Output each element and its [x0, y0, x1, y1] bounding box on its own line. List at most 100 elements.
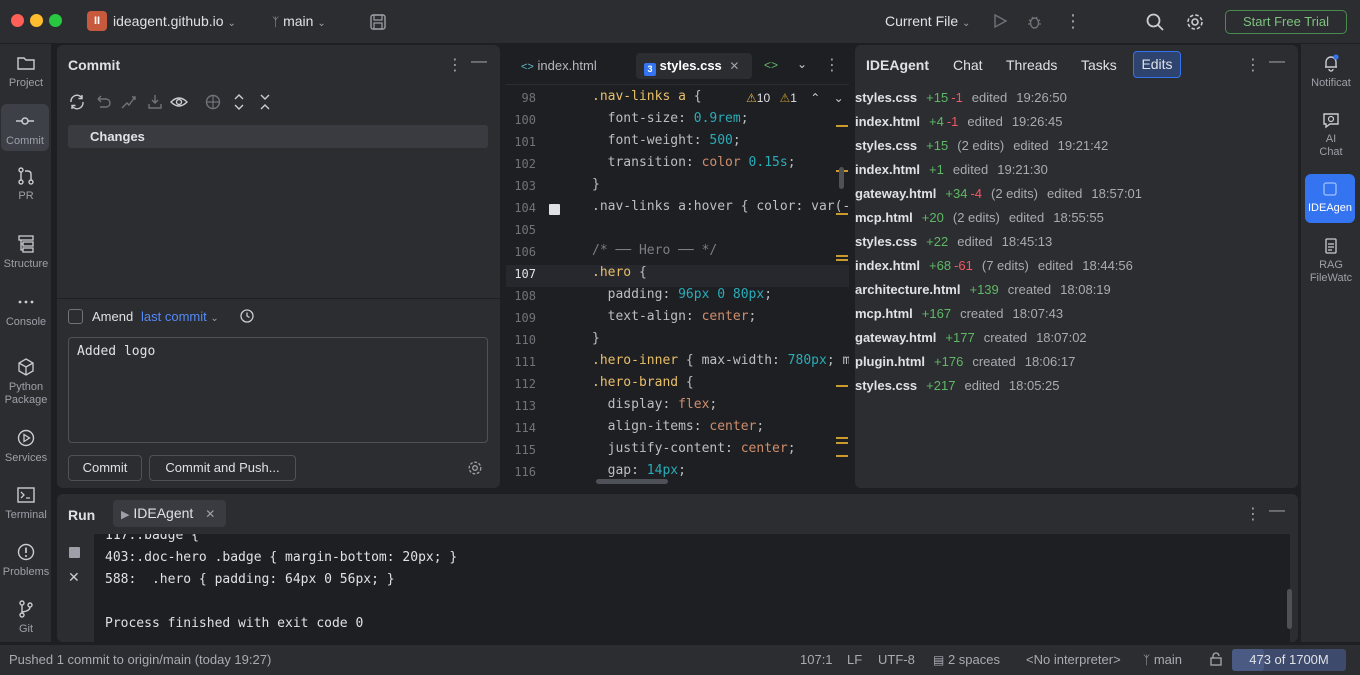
edit-row[interactable]: gateway.html +34 -4 (2 edits) edited 18:57:01 [855, 186, 1151, 210]
tool-commit[interactable]: Commit [1, 104, 49, 151]
line-number[interactable]: 111 [506, 355, 536, 369]
options-icon[interactable]: ⋮ [447, 55, 463, 75]
editor-options-icon[interactable]: ⋮ [824, 55, 840, 75]
line-number[interactable]: 110 [506, 333, 536, 347]
line-number[interactable]: 107 [506, 267, 536, 281]
more-actions-icon[interactable]: ⋮ [1064, 11, 1082, 32]
collapse-all-icon[interactable] [260, 94, 270, 110]
line-number[interactable]: 104 [506, 201, 536, 215]
line-number[interactable]: 116 [506, 465, 536, 479]
tool-rag-filewatcher[interactable]: RAG FileWatc [1301, 237, 1360, 285]
console-output[interactable]: 117:.badge {403:.doc-hero .badge { margi… [95, 534, 1290, 642]
tab-tasks[interactable]: Tasks [1081, 57, 1117, 73]
refresh-icon[interactable] [70, 94, 84, 110]
debug-icon[interactable] [1026, 13, 1043, 33]
options-icon[interactable]: ⋮ [1245, 504, 1261, 524]
tool-problems[interactable]: Problems [0, 542, 52, 579]
tool-terminal[interactable]: Terminal [0, 485, 52, 522]
close-icon[interactable]: ✕ [68, 569, 80, 586]
file-encoding[interactable]: UTF-8 [878, 652, 915, 667]
indent-widget[interactable]: ▤ 2 spaces [933, 652, 1000, 667]
tab-threads[interactable]: Threads [1006, 57, 1057, 73]
line-number[interactable]: 101 [506, 135, 536, 149]
git-branch-widget[interactable]: ᛉ main [1143, 652, 1182, 667]
tool-git[interactable]: Git [0, 599, 52, 636]
tool-project[interactable]: Project [0, 53, 52, 90]
rollback-icon[interactable] [97, 95, 111, 108]
memory-indicator[interactable]: 473 of 1700M [1232, 649, 1346, 671]
line-number[interactable]: 112 [506, 377, 536, 391]
line-number[interactable]: 108 [506, 289, 536, 303]
tool-python-package[interactable]: Python Package [0, 357, 52, 407]
shelve-icon[interactable] [121, 96, 136, 109]
edit-row[interactable]: gateway.html +177 created 18:07:02 [855, 330, 1096, 354]
line-number[interactable]: 115 [506, 443, 536, 457]
expand-all-icon[interactable] [234, 94, 244, 110]
line-separator[interactable]: LF [847, 652, 862, 667]
edit-row[interactable]: styles.css +217 edited 18:05:25 [855, 378, 1069, 402]
edit-row[interactable]: plugin.html +176 created 18:06:17 [855, 354, 1084, 378]
line-number[interactable]: 102 [506, 157, 536, 171]
edit-row[interactable]: styles.css +22 edited 18:45:13 [855, 234, 1061, 258]
edit-row[interactable]: index.html +4 -1 edited 19:26:45 [855, 114, 1071, 138]
branch-selector[interactable]: ᛉ main ⌄ [272, 13, 326, 29]
line-number[interactable]: 109 [506, 311, 536, 325]
edit-row[interactable]: index.html +1 edited 19:21:30 [855, 162, 1057, 186]
chevron-down-icon[interactable]: ⌄ [797, 57, 807, 71]
line-number[interactable]: 100 [506, 113, 536, 127]
minimize-window-button[interactable] [30, 14, 43, 27]
line-number[interactable]: 98 [506, 91, 536, 105]
run-config-selector[interactable]: Current File ⌄ [885, 13, 970, 29]
code-area[interactable]: 98 .nav-links a {100 font-size: 0.9rem; 10… [506, 87, 849, 479]
save-icon[interactable] [369, 13, 387, 34]
minimize-panel-icon[interactable]: — [1269, 502, 1285, 520]
line-number[interactable]: 106 [506, 245, 536, 259]
status-message[interactable]: Pushed 1 commit to origin/main (today 19… [9, 652, 271, 667]
edit-row[interactable]: mcp.html +167 created 18:07:43 [855, 306, 1072, 330]
run-tab-ideagent[interactable]: ▶ IDEAgent ✕ [113, 500, 226, 527]
line-number[interactable]: 103 [506, 179, 536, 193]
tool-services[interactable]: Services [0, 428, 52, 465]
close-tab-icon[interactable]: ✕ [729, 59, 739, 73]
line-number[interactable]: 113 [506, 399, 536, 413]
options-icon[interactable]: ⋮ [1245, 55, 1261, 75]
tool-ideagent[interactable]: IDEAgen [1305, 174, 1355, 223]
edit-row[interactable]: styles.css +15 -1 edited 19:26:50 [855, 90, 1076, 114]
tab-styles-css[interactable]: 3 styles.css ✕ [636, 53, 752, 79]
tool-console[interactable]: Console [0, 292, 52, 329]
horizontal-scrollbar[interactable] [596, 479, 668, 484]
tab-edits[interactable]: Edits [1133, 51, 1181, 78]
line-number[interactable]: 105 [506, 223, 536, 237]
eye-icon[interactable] [170, 97, 188, 107]
commit-button[interactable]: Commit [68, 455, 142, 481]
changes-group-row[interactable]: Changes [68, 125, 488, 148]
commit-and-push-button[interactable]: Commit and Push... [149, 455, 296, 481]
console-scrollbar[interactable] [1287, 589, 1292, 629]
tool-notifications[interactable]: Notificat [1301, 53, 1360, 90]
project-selector[interactable]: ideagent.github.io ⌄ [113, 13, 236, 29]
stop-icon[interactable] [69, 547, 80, 558]
close-window-button[interactable] [11, 14, 24, 27]
minimize-panel-icon[interactable]: — [1269, 53, 1285, 71]
amend-checkbox[interactable] [68, 309, 83, 324]
edit-row[interactable]: architecture.html +139 created 18:08:19 [855, 282, 1120, 306]
code-view-icon[interactable]: <> [764, 58, 778, 72]
line-number[interactable]: 114 [506, 421, 536, 435]
edit-row[interactable]: mcp.html +20 (2 edits) edited 18:55:55 [855, 210, 1113, 234]
close-tab-icon[interactable]: ✕ [205, 507, 215, 521]
group-by-icon[interactable] [205, 94, 221, 110]
lock-icon[interactable] [1209, 652, 1223, 669]
tool-ai-chat[interactable]: AI Chat [1301, 110, 1360, 159]
tool-structure[interactable]: Structure [0, 234, 52, 271]
minimize-panel-icon[interactable]: — [471, 53, 487, 71]
commit-message-input[interactable]: Added logo [68, 337, 488, 443]
search-icon[interactable] [1145, 12, 1165, 35]
commit-settings-gear-icon[interactable] [467, 460, 483, 479]
download-icon[interactable] [148, 95, 162, 109]
tab-chat[interactable]: Chat [953, 57, 983, 73]
interpreter-widget[interactable]: <No interpreter> [1026, 652, 1121, 667]
color-swatch-icon[interactable] [549, 204, 560, 215]
edit-row[interactable]: index.html +68 -61 (7 edits) edited 18:44:56 [855, 258, 1142, 282]
tool-pr[interactable]: PR [0, 166, 52, 203]
start-free-trial-button[interactable]: Start Free Trial [1225, 10, 1347, 34]
